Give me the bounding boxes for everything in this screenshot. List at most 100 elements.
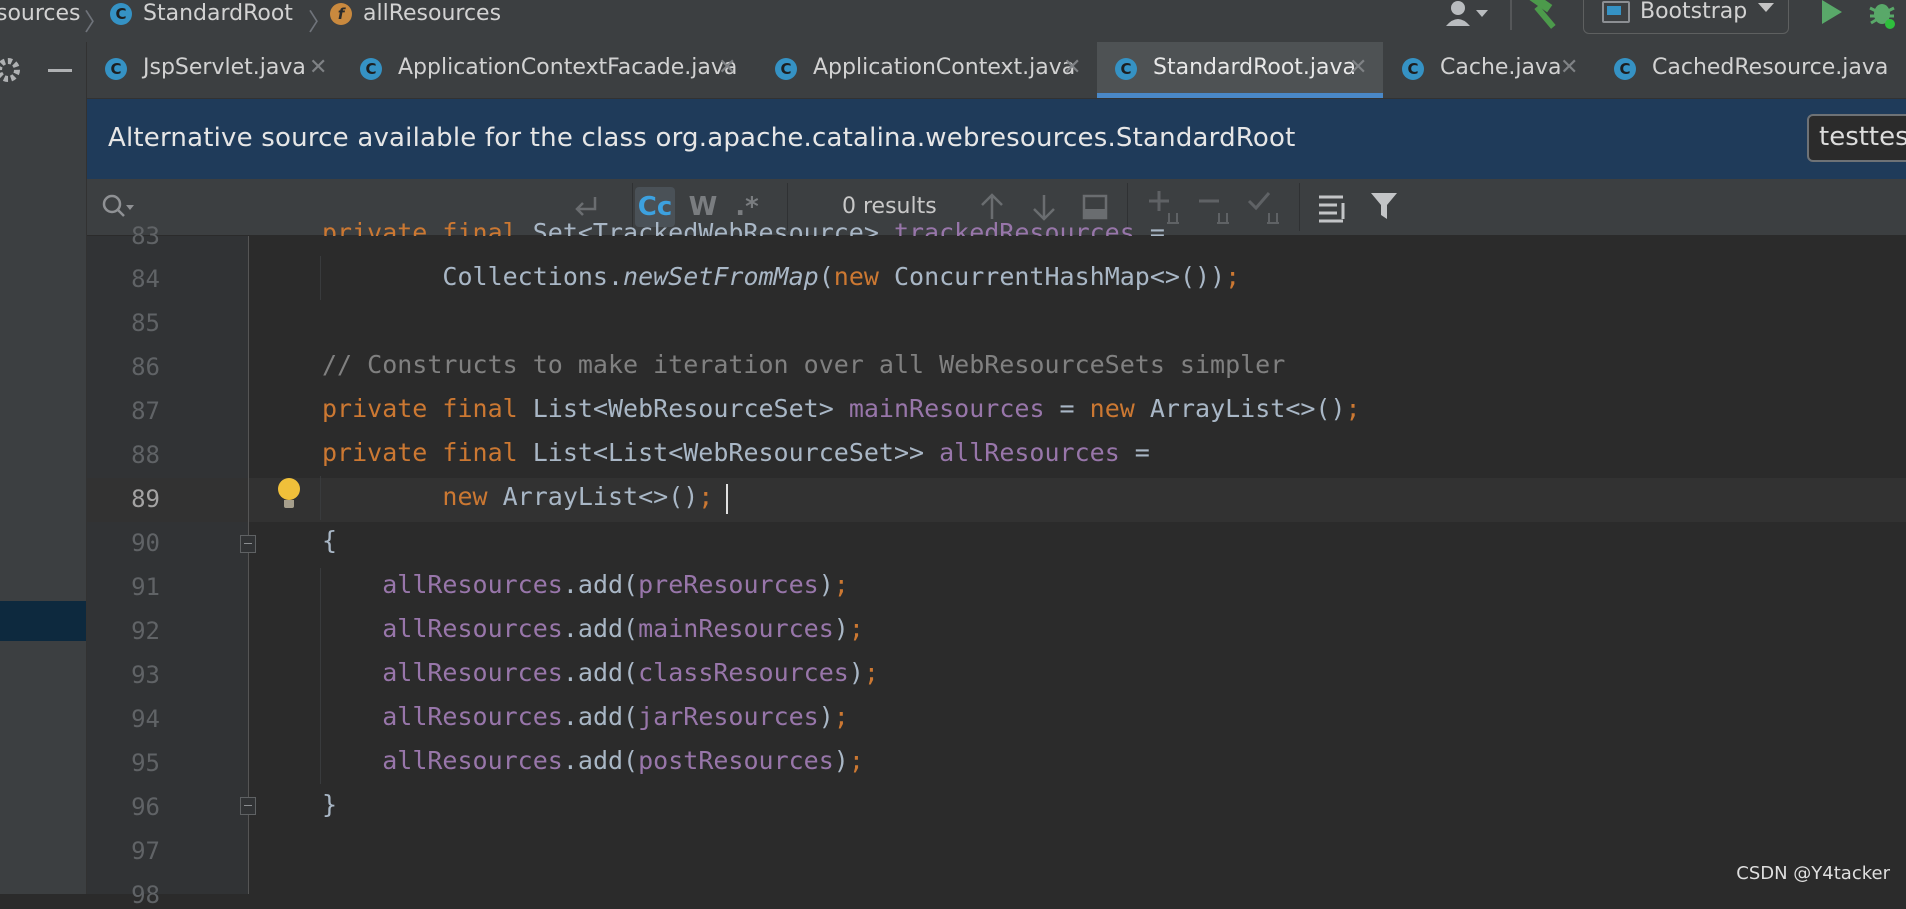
watermark: CSDN @Y4tacker (1736, 863, 1890, 884)
line-number: 92 (131, 617, 160, 645)
class-icon: C (1115, 58, 1137, 80)
tab-cachedresource[interactable]: C CachedResource.java (1596, 42, 1906, 98)
semicolon-token: ; (1345, 394, 1361, 423)
show-filter-popup-button[interactable] (1081, 193, 1109, 221)
line-number: 95 (131, 749, 160, 777)
run-configuration-selector[interactable]: Bootstrap (1583, 0, 1789, 34)
line-number: 90 (131, 529, 160, 557)
semicolon-token: ; (833, 570, 849, 599)
run-configuration-label: Bootstrap (1640, 0, 1748, 24)
code-line-89: new ArrayList<>(); (442, 482, 714, 511)
semicolon-token: ; (863, 658, 879, 687)
tab-jspservlet[interactable]: C JspServlet.java ✕ (87, 42, 335, 98)
debug-button[interactable] (1862, 0, 1902, 32)
code-line-95: allResources.add(postResources); (382, 746, 864, 775)
alternative-source-selector[interactable]: testtes (1807, 114, 1906, 162)
remove-selection-icon (1199, 199, 1229, 224)
close-icon[interactable]: ✕ (1349, 55, 1367, 80)
filter-button[interactable] (1369, 191, 1401, 223)
token: Set<TrackedWebResource> (532, 218, 894, 236)
in-selection-button[interactable] (1317, 191, 1349, 223)
indent-guide (320, 476, 321, 520)
token: private final (322, 218, 533, 236)
tab-label: StandardRoot.java (1153, 55, 1357, 80)
line-number-current: 89 (131, 485, 160, 513)
semicolon-token: ; (848, 614, 864, 643)
tab-cache[interactable]: C Cache.java ✕ (1384, 42, 1590, 98)
align-icon (1319, 195, 1345, 223)
line-number: 87 (131, 397, 160, 425)
run-icon (1822, 0, 1842, 24)
close-icon[interactable]: ✕ (1560, 55, 1578, 80)
close-icon[interactable]: ✕ (718, 55, 736, 80)
project-tree-selected-row[interactable] (0, 601, 86, 641)
line-number: 88 (131, 441, 160, 469)
user-account-button[interactable] (1442, 0, 1492, 30)
keyword-token: final (442, 394, 518, 423)
field-token: mainResources (848, 394, 1045, 423)
fold-toggle[interactable] (240, 535, 256, 553)
line-number: 86 (131, 353, 160, 381)
line-number: 96 (131, 793, 160, 821)
code-editor[interactable] (249, 236, 1906, 894)
tab-applicationcontext[interactable]: C ApplicationContext.java ✕ (757, 42, 1097, 98)
field-icon: f (330, 3, 352, 25)
collapse-button[interactable] (46, 56, 76, 84)
bug-icon (1869, 4, 1895, 29)
field-token: allResources (939, 438, 1120, 467)
line-number: 97 (131, 837, 160, 865)
breadcrumb-item-standardroot[interactable]: C StandardRoot (110, 0, 293, 30)
tab-label: ApplicationContext.java (813, 55, 1076, 80)
close-icon[interactable]: ✕ (309, 55, 327, 80)
tab-standardroot[interactable]: C StandardRoot.java ✕ (1097, 42, 1383, 98)
new-line-button[interactable] (571, 193, 601, 221)
class-icon: C (105, 58, 127, 80)
field-token: classResources (638, 658, 849, 687)
fold-toggle[interactable] (240, 797, 256, 815)
gear-icon (0, 58, 20, 82)
comment-token: // Constructs to make iteration over all… (322, 350, 1286, 379)
code-line-96: } (322, 790, 338, 819)
tab-label: JspServlet.java (143, 55, 306, 80)
field-token: allResources (382, 570, 563, 599)
settings-button[interactable] (0, 56, 22, 84)
search-history-button[interactable] (101, 193, 137, 221)
tab-label: Cache.java (1440, 55, 1562, 80)
run-button[interactable] (1816, 0, 1846, 30)
keyword-token: new (833, 262, 879, 291)
field-token: mainResources (638, 614, 834, 643)
line-number: 98 (131, 881, 160, 909)
code-line-84: Collections.newSetFromMap(new Concurrent… (322, 262, 1241, 291)
toolbar-divider (1299, 183, 1300, 231)
tab-label: ApplicationContextFacade.java (398, 55, 738, 80)
code-line-90: { (322, 526, 338, 555)
search-icon (102, 194, 134, 217)
indent-guide (320, 568, 321, 784)
line-number: 83 (131, 222, 160, 250)
lightbulb-icon[interactable] (278, 478, 300, 508)
class-icon: C (1614, 58, 1636, 80)
code-line-93: allResources.add(classResources); (382, 658, 879, 687)
build-hammer-button[interactable] (1526, 0, 1562, 30)
close-icon[interactable]: ✕ (1063, 55, 1081, 80)
keyword-token: private (322, 394, 428, 423)
method-token: newSetFromMap (623, 262, 819, 291)
breadcrumb-label: sources (0, 1, 81, 26)
breadcrumb-separator-icon: 〉 (308, 8, 332, 36)
semicolon-token: ; (848, 746, 864, 775)
code-line-87: private final List<WebResourceSet> mainR… (322, 394, 1361, 423)
code-line-94: allResources.add(jarResources); (382, 702, 849, 731)
text-caret (726, 484, 728, 514)
breadcrumb-separator-icon: 〉 (84, 8, 108, 36)
keyword-token: private (322, 438, 428, 467)
project-tool-window-strip (0, 42, 87, 894)
breadcrumb-item-allresources[interactable]: f allResources (330, 0, 501, 30)
minus-icon (48, 69, 72, 72)
gutter-divider (248, 236, 249, 894)
select-all-occurrences-button[interactable] (1247, 189, 1283, 225)
remove-occurrence-button[interactable] (1197, 189, 1233, 225)
breadcrumb-label: allResources (363, 1, 502, 26)
tab-applicationcontextfacade[interactable]: C ApplicationContextFacade.java ✕ (342, 42, 744, 98)
banner-message: Alternative source available for the cla… (108, 123, 1296, 153)
breadcrumb-item-sources[interactable]: sources (0, 0, 81, 30)
